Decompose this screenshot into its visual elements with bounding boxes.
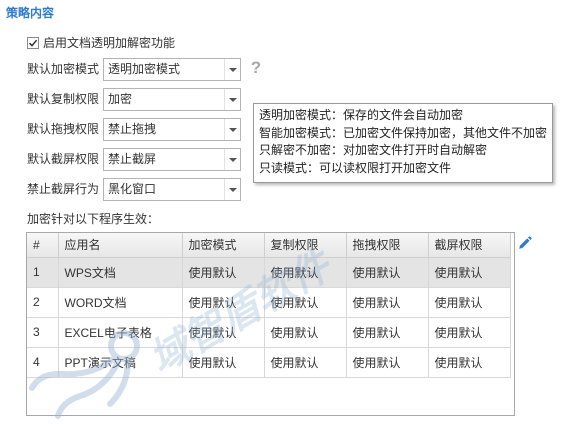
setting-label: 禁止截屏行为 bbox=[27, 182, 100, 196]
setting-screenshot-block-behavior: 禁止截屏行为 黑化窗口 bbox=[27, 178, 241, 201]
question-icon[interactable]: ? bbox=[250, 58, 262, 78]
column-header-encrypt-mode[interactable]: 加密模式 bbox=[182, 233, 265, 258]
programs-label: 加密针对以下程序生效： bbox=[27, 212, 160, 226]
table-row[interactable]: 2 WORD文档 使用默认 使用默认 使用默认 使用默认 bbox=[27, 287, 511, 318]
cell-screenshot-permission: 使用默认 bbox=[428, 347, 511, 378]
select-value: 禁止截屏 bbox=[108, 152, 157, 166]
table-row[interactable]: 1 WPS文档 使用默认 使用默认 使用默认 使用默认 bbox=[27, 257, 511, 288]
chevron-down-icon[interactable] bbox=[224, 149, 240, 170]
cell-copy-permission: 使用默认 bbox=[264, 317, 347, 348]
enable-encryption-checkbox[interactable] bbox=[27, 37, 39, 49]
screenshot-permission-select[interactable]: 禁止截屏 bbox=[103, 148, 241, 171]
chevron-down-icon[interactable] bbox=[224, 179, 240, 200]
setting-label: 默认拖拽权限 bbox=[27, 122, 100, 136]
setting-label: 默认加密模式 bbox=[27, 62, 100, 76]
cell-index: 1 bbox=[27, 257, 59, 288]
setting-drag-permission: 默认拖拽权限 禁止拖拽 bbox=[27, 118, 241, 141]
cell-index: 3 bbox=[27, 317, 59, 348]
cell-screenshot-permission: 使用默认 bbox=[428, 287, 511, 318]
cell-drag-permission: 使用默认 bbox=[346, 347, 429, 378]
tooltip-line: 只解密不加密：对加密文件打开时自动解密 bbox=[259, 143, 488, 157]
cell-screenshot-permission: 使用默认 bbox=[428, 257, 511, 288]
table-row[interactable]: 4 PPT演示文稿 使用默认 使用默认 使用默认 使用默认 bbox=[27, 347, 511, 378]
cell-drag-permission: 使用默认 bbox=[346, 287, 429, 318]
enable-encryption-option[interactable]: 启用文档透明加解密功能 bbox=[27, 36, 175, 50]
chevron-down-icon[interactable] bbox=[224, 59, 240, 80]
setting-encrypt-mode: 默认加密模式 透明加密模式 bbox=[27, 58, 241, 81]
chevron-down-icon[interactable] bbox=[224, 89, 240, 110]
chevron-down-icon[interactable] bbox=[224, 119, 240, 140]
table-header-row: # 应用名 加密模式 复制权限 拖拽权限 截屏权限 bbox=[27, 233, 511, 258]
cell-copy-permission: 使用默认 bbox=[264, 347, 347, 378]
cell-app-name: WPS文档 bbox=[58, 257, 183, 288]
column-header-screenshot-permission[interactable]: 截屏权限 bbox=[428, 233, 511, 258]
select-value: 黑化窗口 bbox=[108, 182, 157, 196]
cell-app-name: WORD文档 bbox=[58, 287, 183, 318]
cell-drag-permission: 使用默认 bbox=[346, 257, 429, 288]
select-value: 禁止拖拽 bbox=[108, 122, 157, 136]
cell-encrypt-mode: 使用默认 bbox=[182, 287, 265, 318]
copy-permission-select[interactable]: 加密 bbox=[103, 88, 241, 111]
encrypt-mode-tooltip: 透明加密模式：保存的文件会自动加密 智能加密模式：已加密文件保持加密，其他文件不… bbox=[253, 103, 553, 183]
cell-drag-permission: 使用默认 bbox=[346, 317, 429, 348]
cell-index: 2 bbox=[27, 287, 59, 318]
cell-encrypt-mode: 使用默认 bbox=[182, 347, 265, 378]
pencil-icon[interactable] bbox=[518, 236, 532, 250]
table-row[interactable]: 3 EXCEL电子表格 使用默认 使用默认 使用默认 使用默认 bbox=[27, 317, 511, 348]
cell-copy-permission: 使用默认 bbox=[264, 257, 347, 288]
select-value: 透明加密模式 bbox=[108, 62, 181, 76]
encrypt-mode-select[interactable]: 透明加密模式 bbox=[103, 58, 241, 81]
cell-index: 4 bbox=[27, 347, 59, 378]
cell-screenshot-permission: 使用默认 bbox=[428, 317, 511, 348]
tooltip-line: 智能加密模式：已加密文件保持加密，其他文件不加密 bbox=[259, 125, 548, 140]
checkmark-icon bbox=[28, 39, 38, 47]
cell-app-name: EXCEL电子表格 bbox=[58, 317, 183, 348]
column-header-app-name[interactable]: 应用名 bbox=[58, 233, 183, 258]
setting-label: 默认复制权限 bbox=[27, 92, 100, 106]
column-header-drag-permission[interactable]: 拖拽权限 bbox=[346, 233, 429, 258]
cell-app-name: PPT演示文稿 bbox=[58, 347, 183, 378]
cell-encrypt-mode: 使用默认 bbox=[182, 317, 265, 348]
program-table: # 应用名 加密模式 复制权限 拖拽权限 截屏权限 1 WPS文档 使用默认 使… bbox=[26, 232, 515, 416]
drag-permission-select[interactable]: 禁止拖拽 bbox=[103, 118, 241, 141]
setting-label: 默认截屏权限 bbox=[27, 152, 100, 166]
setting-screenshot-permission: 默认截屏权限 禁止截屏 bbox=[27, 148, 241, 171]
cell-copy-permission: 使用默认 bbox=[264, 287, 347, 318]
select-value: 加密 bbox=[108, 92, 133, 106]
column-header-index[interactable]: # bbox=[27, 233, 59, 258]
column-header-copy-permission[interactable]: 复制权限 bbox=[264, 233, 347, 258]
enable-encryption-label: 启用文档透明加解密功能 bbox=[43, 36, 176, 50]
section-title: 策略内容 bbox=[6, 6, 55, 20]
tooltip-line: 只读模式：可以读权限打开加密文件 bbox=[259, 160, 452, 175]
screenshot-block-behavior-select[interactable]: 黑化窗口 bbox=[103, 178, 241, 201]
cell-encrypt-mode: 使用默认 bbox=[182, 257, 265, 288]
tooltip-line: 透明加密模式：保存的文件会自动加密 bbox=[259, 108, 464, 122]
setting-copy-permission: 默认复制权限 加密 bbox=[27, 88, 241, 111]
